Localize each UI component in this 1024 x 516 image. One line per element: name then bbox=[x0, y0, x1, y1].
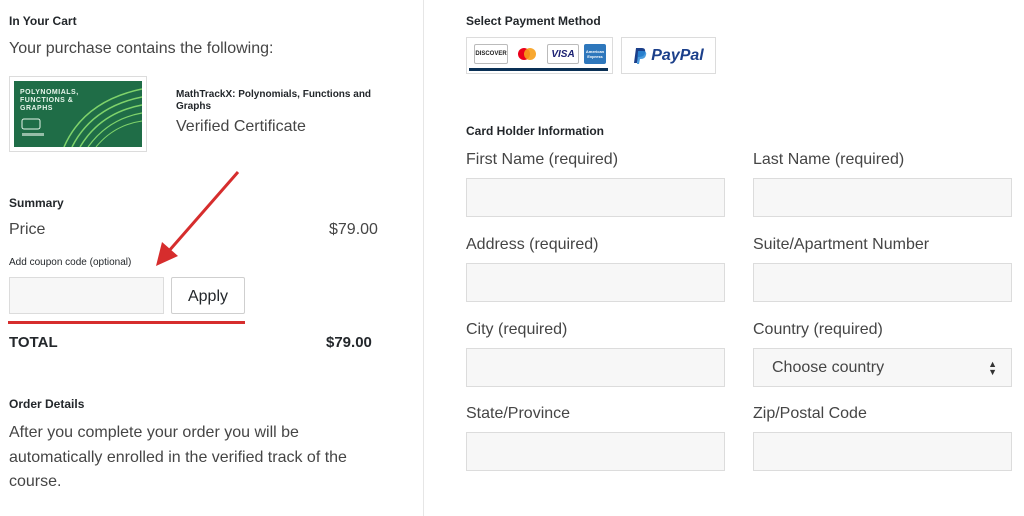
column-divider bbox=[423, 0, 424, 516]
discover-card-icon: DISCOVER bbox=[474, 44, 508, 64]
card-holder-heading: Card Holder Information bbox=[466, 124, 605, 138]
total-value: $79.00 bbox=[326, 334, 372, 351]
country-select[interactable]: Choose country ▲ ▼ bbox=[753, 348, 1012, 387]
price-value: $79.00 bbox=[329, 221, 378, 238]
country-label: Country (required) bbox=[753, 321, 883, 338]
zip-field[interactable] bbox=[753, 432, 1012, 471]
course-thumbnail-image: POLYNOMIALS, FUNCTIONS & GRAPHS bbox=[14, 81, 142, 147]
address-label: Address (required) bbox=[466, 236, 599, 253]
selected-method-indicator bbox=[469, 68, 608, 71]
first-name-field[interactable] bbox=[466, 178, 725, 217]
payment-heading: Select Payment Method bbox=[466, 14, 601, 28]
coupon-label: Add coupon code (optional) bbox=[9, 257, 132, 268]
city-field[interactable] bbox=[466, 348, 725, 387]
apply-coupon-button[interactable]: Apply bbox=[171, 277, 245, 314]
country-selected-value: Choose country bbox=[772, 359, 885, 376]
price-label: Price bbox=[9, 221, 46, 238]
state-label: State/Province bbox=[466, 405, 571, 422]
city-label: City (required) bbox=[466, 321, 568, 338]
suite-label: Suite/Apartment Number bbox=[753, 236, 930, 253]
credit-card-option[interactable]: DISCOVER VISA American Express bbox=[466, 37, 613, 74]
cart-intro: Your purchase contains the following: bbox=[9, 40, 274, 57]
thumbnail-title: POLYNOMIALS, FUNCTIONS & GRAPHS bbox=[20, 89, 79, 112]
summary-heading: Summary bbox=[9, 196, 64, 210]
first-name-label: First Name (required) bbox=[466, 151, 619, 168]
select-arrows-icon: ▲ ▼ bbox=[988, 359, 997, 377]
order-details-heading: Order Details bbox=[9, 397, 85, 411]
mastercard-icon bbox=[513, 44, 541, 64]
course-title: MathTrackX: Polynomials, Functions and G… bbox=[176, 89, 372, 112]
amex-card-icon: American Express bbox=[584, 44, 606, 64]
state-field[interactable] bbox=[466, 432, 725, 471]
zip-label: Zip/Postal Code bbox=[753, 405, 867, 422]
course-type: Verified Certificate bbox=[176, 118, 306, 135]
last-name-field[interactable] bbox=[753, 178, 1012, 217]
coupon-input[interactable] bbox=[9, 277, 164, 314]
paypal-option[interactable]: PayPal bbox=[621, 37, 716, 74]
last-name-label: Last Name (required) bbox=[753, 151, 905, 168]
paypal-icon bbox=[634, 47, 647, 64]
annotation-underline bbox=[8, 321, 245, 324]
paypal-label: PayPal bbox=[651, 46, 704, 64]
cart-heading: In Your Cart bbox=[9, 14, 77, 28]
course-thumbnail: POLYNOMIALS, FUNCTIONS & GRAPHS bbox=[9, 76, 147, 152]
total-label: TOTAL bbox=[9, 334, 58, 351]
visa-card-icon: VISA bbox=[547, 44, 579, 64]
order-details-text: After you complete your order you will b… bbox=[9, 424, 347, 490]
suite-field[interactable] bbox=[753, 263, 1012, 302]
annotation-arrow-icon bbox=[156, 171, 240, 266]
address-field[interactable] bbox=[466, 263, 725, 302]
